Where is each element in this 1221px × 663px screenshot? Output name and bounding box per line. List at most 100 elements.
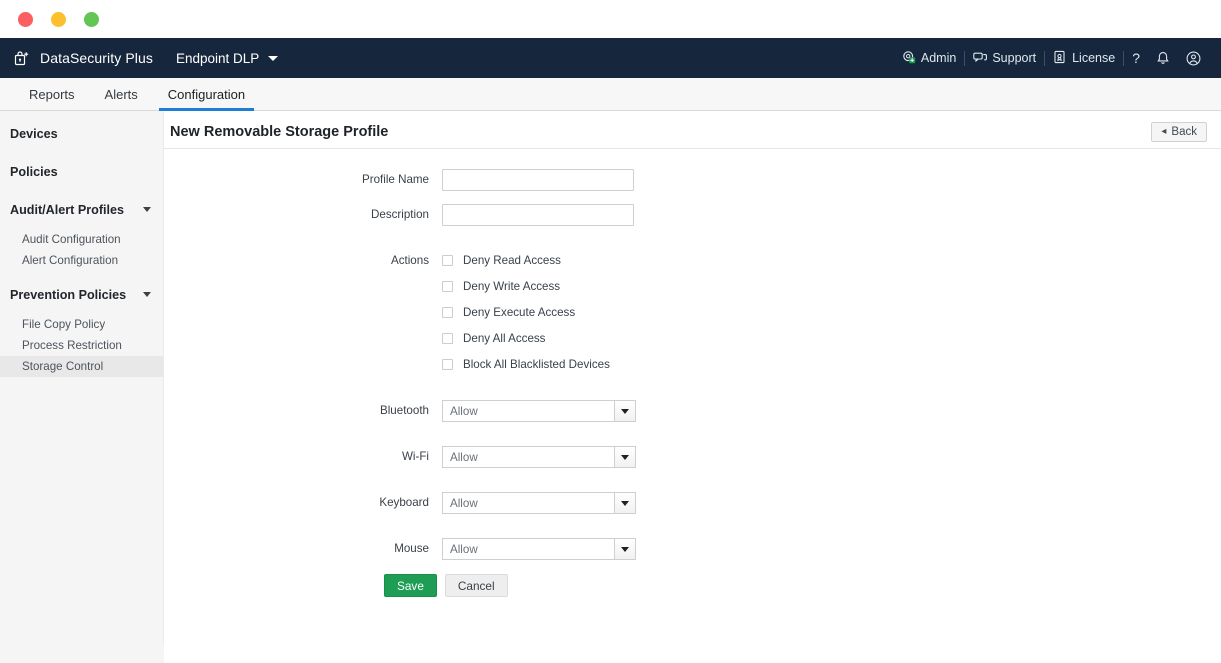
- chevron-left-icon: ◂: [1161, 125, 1167, 137]
- actions-label: Actions: [390, 254, 429, 267]
- sidebar-item-file-copy-policy[interactable]: File Copy Policy: [0, 314, 163, 335]
- field-row-keyboard: Keyboard Allow: [170, 492, 1221, 514]
- checkbox-deny-read-access[interactable]: Deny Read Access: [442, 252, 610, 269]
- tab-alerts-label: Alerts: [104, 86, 138, 102]
- support-label: Support: [992, 51, 1037, 65]
- storage-profile-form: Profile Name Description Actions Deny Re…: [164, 149, 1221, 597]
- chevron-down-icon: [268, 55, 279, 61]
- tab-alerts[interactable]: Alerts: [90, 78, 153, 110]
- mouse-label: Mouse: [394, 542, 429, 555]
- checkbox-box[interactable]: [442, 281, 453, 292]
- keyboard-select-toggle[interactable]: [614, 492, 636, 514]
- admin-gear-icon: [902, 50, 921, 67]
- sidebar-group-prevention-policies[interactable]: Prevention Policies: [0, 280, 163, 309]
- cancel-button[interactable]: Cancel: [444, 574, 508, 597]
- save-button[interactable]: Save: [384, 574, 437, 597]
- support-chat-icon: [973, 50, 992, 67]
- sidebar-item-alert-configuration[interactable]: Alert Configuration: [0, 250, 163, 271]
- chevron-down-icon: [621, 546, 629, 552]
- back-button-label: Back: [1171, 125, 1197, 138]
- license-label: License: [1072, 51, 1116, 65]
- license-menu-item[interactable]: License: [1045, 50, 1123, 67]
- keyboard-label: Keyboard: [379, 496, 429, 509]
- back-button[interactable]: ◂ Back: [1151, 121, 1207, 142]
- product-label: Endpoint DLP: [176, 50, 260, 66]
- checkbox-box[interactable]: [442, 333, 453, 344]
- sidebar-group-audit-alert-profiles[interactable]: Audit/Alert Profiles: [0, 195, 163, 224]
- user-avatar-icon[interactable]: [1178, 51, 1209, 66]
- profile-name-input[interactable]: [442, 169, 634, 191]
- tab-reports[interactable]: Reports: [14, 78, 90, 110]
- sidebar-footer-fill: [0, 643, 170, 663]
- sidebar-item-devices[interactable]: Devices: [0, 119, 163, 148]
- field-row-description: Description: [170, 204, 1221, 226]
- lock-plus-icon: [14, 50, 31, 67]
- sidebar-item-label: Prevention Policies: [10, 287, 127, 302]
- description-input[interactable]: [442, 204, 634, 226]
- checkbox-label: Deny All Access: [463, 332, 546, 345]
- brand-name: DataSecurity Plus: [40, 50, 153, 66]
- checkbox-label: Deny Write Access: [463, 280, 561, 293]
- chevron-down-icon: [621, 454, 629, 460]
- sidebar-item-process-restriction[interactable]: Process Restriction: [0, 335, 163, 356]
- checkbox-deny-all-access[interactable]: Deny All Access: [442, 330, 610, 347]
- field-row-bluetooth: Bluetooth Allow: [170, 400, 1221, 422]
- wifi-select-toggle[interactable]: [614, 446, 636, 468]
- sidebar-item-label: Storage Control: [22, 360, 104, 373]
- admin-label: Admin: [920, 51, 957, 65]
- chevron-down-icon: [143, 207, 151, 212]
- wifi-label: Wi-Fi: [401, 450, 429, 463]
- mouse-select-value: Allow: [442, 538, 614, 560]
- tab-reports-label: Reports: [29, 86, 75, 102]
- checkbox-box[interactable]: [442, 255, 453, 266]
- sidebar-item-storage-control[interactable]: Storage Control: [0, 356, 163, 377]
- tab-configuration[interactable]: Configuration: [153, 78, 260, 111]
- sidebar-item-label: Devices: [10, 126, 58, 141]
- main-content: New Removable Storage Profile ◂ Back Pro…: [164, 111, 1221, 663]
- sidebar-item-label: File Copy Policy: [22, 318, 106, 331]
- field-row-mouse: Mouse Allow: [170, 538, 1221, 560]
- window-minimize-button[interactable]: [51, 11, 66, 27]
- bluetooth-select[interactable]: Allow: [442, 400, 636, 422]
- window-close-button[interactable]: [18, 11, 33, 27]
- checkbox-box[interactable]: [442, 359, 453, 370]
- sidebar-item-audit-configuration[interactable]: Audit Configuration: [0, 229, 163, 250]
- checkbox-box[interactable]: [442, 307, 453, 318]
- mouse-select-toggle[interactable]: [614, 538, 636, 560]
- field-row-profile-name: Profile Name: [170, 169, 1221, 191]
- mouse-select[interactable]: Allow: [442, 538, 636, 560]
- checkbox-label: Block All Blacklisted Devices: [463, 358, 610, 371]
- bluetooth-select-value: Allow: [442, 400, 614, 422]
- description-label: Description: [371, 208, 429, 221]
- window-titlebar: [0, 0, 1221, 38]
- checkbox-deny-execute-access[interactable]: Deny Execute Access: [442, 304, 610, 321]
- form-actions: Save Cancel: [170, 574, 1221, 597]
- checkbox-label: Deny Read Access: [463, 254, 561, 267]
- app-header-actions: Admin Support License ?: [894, 50, 1221, 67]
- sidebar-item-label: Alert Configuration: [22, 254, 119, 267]
- actions-checkbox-list: Deny Read Access Deny Write Access Deny …: [442, 250, 610, 382]
- sidebar-item-label: Process Restriction: [22, 339, 122, 352]
- chevron-down-icon: [621, 500, 629, 506]
- checkbox-block-all-blacklisted-devices[interactable]: Block All Blacklisted Devices: [442, 356, 610, 373]
- sidebar-item-label: Audit/Alert Profiles: [10, 202, 125, 217]
- admin-menu-item[interactable]: Admin: [894, 50, 964, 67]
- help-icon[interactable]: ?: [1124, 50, 1148, 66]
- brand-logo[interactable]: DataSecurity Plus: [0, 50, 160, 67]
- bell-icon[interactable]: [1148, 51, 1178, 66]
- support-menu-item[interactable]: Support: [965, 50, 1044, 67]
- profile-name-label: Profile Name: [361, 173, 429, 186]
- product-selector[interactable]: Endpoint DLP: [176, 50, 279, 66]
- app-header: DataSecurity Plus Endpoint DLP Admin Sup…: [0, 38, 1221, 78]
- bluetooth-select-toggle[interactable]: [614, 400, 636, 422]
- keyboard-select[interactable]: Allow: [442, 492, 636, 514]
- tab-configuration-label: Configuration: [167, 86, 246, 102]
- license-document-icon: [1053, 50, 1072, 67]
- sidebar-item-policies[interactable]: Policies: [0, 157, 163, 186]
- checkbox-deny-write-access[interactable]: Deny Write Access: [442, 278, 610, 295]
- wifi-select[interactable]: Allow: [442, 446, 636, 468]
- window-maximize-button[interactable]: [84, 11, 99, 27]
